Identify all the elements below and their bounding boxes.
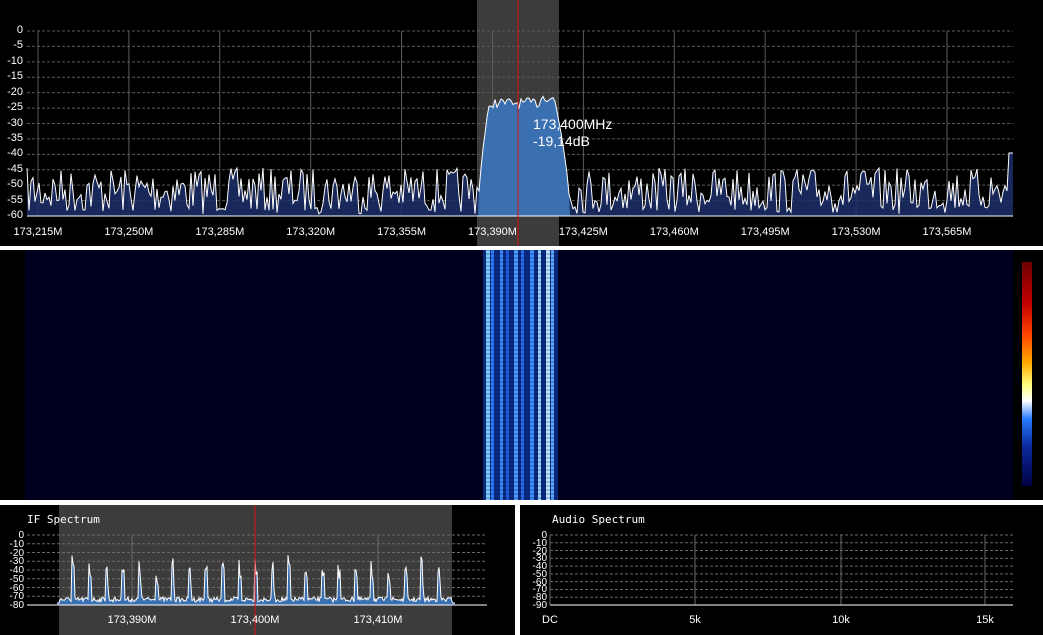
if-y-tick-label: -80 <box>9 600 24 611</box>
if-x-tick-label: 173,400M <box>230 614 280 626</box>
x-tick-label: 173,215M <box>13 226 63 238</box>
audio-x-tick-label: DC <box>542 614 558 626</box>
y-tick-label: 0 <box>16 24 23 36</box>
signal-fill <box>478 96 570 216</box>
cursor-level: -19,14dB <box>533 133 590 149</box>
if-x-tick-label: 173,410M <box>353 614 403 626</box>
main-spectrum-plot[interactable] <box>0 0 1043 246</box>
y-tick-label: -55 <box>7 193 23 206</box>
x-tick-label: 173,250M <box>104 226 154 238</box>
y-tick-label: -30 <box>7 116 23 129</box>
y-tick-label: -10 <box>7 54 23 67</box>
y-tick-label: -35 <box>7 131 23 144</box>
x-tick-label: 173,425M <box>558 226 608 238</box>
x-tick-label: 173,355M <box>377 226 427 238</box>
audio-x-tick-label: 15k <box>976 614 994 626</box>
audio-spectrum-panel[interactable]: Audio Spectrum 0 -10 -20 -30 -40 -50 -60 -70 -80… <box>520 505 1043 635</box>
x-tick-label: 173,390M <box>468 226 517 238</box>
x-tick-label: 173,565M <box>922 226 972 238</box>
y-tick-label: -45 <box>7 162 23 175</box>
x-tick-label: 173,320M <box>286 226 336 238</box>
x-tick-label: 173,460M <box>649 226 699 238</box>
waterfall-panel[interactable] <box>0 250 1043 500</box>
y-tick-label: -15 <box>7 70 23 83</box>
x-tick-label: 173,530M <box>831 226 881 238</box>
waterfall-color-scale <box>1022 262 1032 486</box>
main-spectrum-panel[interactable]: 0 -5 -10 -15 -20 -25 -30 -35 -40 -45 -50 -55 -60 173… <box>0 0 1043 246</box>
audio-x-tick-label: 10k <box>832 614 850 626</box>
cursor-readout: 173,400MHz -19,14dB <box>533 116 612 150</box>
y-tick-label: -60 <box>7 209 23 221</box>
if-spectrum-title: IF Spectrum <box>27 513 100 526</box>
x-tick-label: 173,285M <box>195 226 245 238</box>
audio-x-tick-label: 5k <box>689 614 701 626</box>
y-tick-label: -50 <box>7 178 23 191</box>
x-tick-label: 173,495M <box>740 226 790 238</box>
if-spectrum-panel[interactable]: IF Spectrum 0 -10 -20 -30 -40 -50 -60 -70 -80 17… <box>0 505 515 635</box>
audio-spectrum-title: Audio Spectrum <box>552 513 645 526</box>
y-tick-label: -40 <box>7 147 23 160</box>
y-tick-label: -5 <box>13 39 23 52</box>
cursor-frequency: 173,400MHz <box>533 116 613 132</box>
y-tick-label: -20 <box>7 85 23 98</box>
y-tick-label: -25 <box>7 101 23 114</box>
waterfall-display[interactable] <box>0 250 1043 500</box>
audio-y-tick-label: -90 <box>532 600 547 611</box>
if-x-tick-label: 173,390M <box>107 614 157 626</box>
